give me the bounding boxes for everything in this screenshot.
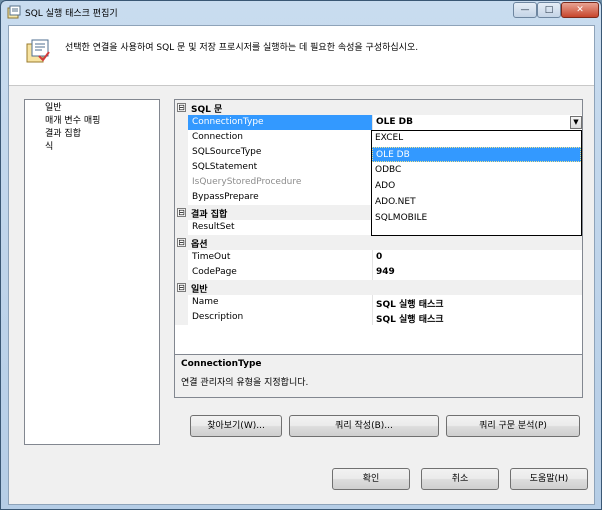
editor-window: SQL 실행 태스크 편집기 — □ ✕ 선택한 연결을 사용하여 SQL 문 … <box>0 0 602 510</box>
property-value[interactable]: SQL 실행 태스크 <box>376 312 444 325</box>
dropdown-option-sqlmobile[interactable]: SQLMOBILE <box>372 211 581 226</box>
category-general[interactable]: ⊟ 일반 <box>175 280 582 295</box>
close-button[interactable]: ✕ <box>561 2 599 18</box>
property-value[interactable]: OLE DB <box>376 117 413 127</box>
collapse-icon[interactable]: ⊟ <box>177 238 186 247</box>
ok-button[interactable]: 확인 <box>332 468 410 490</box>
property-description-panel: ConnectionType 연결 관리자의 유형을 지정합니다. <box>174 354 583 398</box>
dropdown-option-ado[interactable]: ADO <box>372 179 581 194</box>
dropdown-arrow-button[interactable]: ▼ <box>570 116 582 129</box>
connection-type-dropdown-list[interactable]: EXCEL OLE DB ODBC ADO ADO.NET SQLMOBILE <box>371 130 582 236</box>
property-value[interactable]: 0 <box>376 252 382 262</box>
description-text: 연결 관리자의 유형을 지정합니다. <box>181 378 309 388</box>
property-name: SQLStatement <box>192 162 258 172</box>
property-name: BypassPrepare <box>192 192 259 202</box>
property-value[interactable]: 949 <box>376 267 395 277</box>
dropdown-option-odbc[interactable]: ODBC <box>372 163 581 178</box>
dialog-client: 선택한 연결을 사용하여 SQL 문 및 저장 프로시저를 실행하는 데 필요한… <box>8 25 595 505</box>
property-name: CodePage <box>192 267 237 277</box>
collapse-icon[interactable]: ⊟ <box>177 208 186 217</box>
dropdown-option-oledb[interactable]: OLE DB <box>372 147 581 162</box>
dropdown-option-adonet[interactable]: ADO.NET <box>372 195 581 210</box>
browse-button[interactable]: 찾아보기(W)... <box>190 415 282 437</box>
sql-task-editor-icon <box>26 39 50 63</box>
title-bar[interactable]: SQL 실행 태스크 편집기 — □ ✕ <box>1 1 601 25</box>
property-row-timeout[interactable]: TimeOut 0 <box>175 250 582 265</box>
dropdown-option-excel[interactable]: EXCEL <box>372 131 581 146</box>
page-nav-list: 일반 매개 변수 매핑 결과 집합 식 <box>24 99 160 445</box>
parse-query-button[interactable]: 쿼리 구문 분석(P) <box>446 415 580 437</box>
cancel-button[interactable]: 취소 <box>421 468 499 490</box>
nav-item-parameter-mapping[interactable]: 매개 변수 매핑 <box>45 115 100 127</box>
category-options[interactable]: ⊟ 옵션 <box>175 235 582 250</box>
category-label: 결과 집합 <box>191 210 228 220</box>
property-value[interactable]: SQL 실행 태스크 <box>376 297 444 310</box>
property-name: ResultSet <box>192 222 235 232</box>
nav-item-general[interactable]: 일반 <box>45 102 62 114</box>
category-label: 옵션 <box>191 240 208 250</box>
property-name: ConnectionType <box>192 117 264 127</box>
property-row-connection-type[interactable]: ConnectionType OLE DB ▼ <box>175 115 582 130</box>
maximize-button[interactable]: □ <box>537 2 561 18</box>
category-label: SQL 문 <box>191 105 223 115</box>
property-row-description[interactable]: Description SQL 실행 태스크 <box>175 310 582 325</box>
property-name: SQLSourceType <box>192 147 262 157</box>
category-label: 일반 <box>191 285 208 295</box>
build-query-button[interactable]: 쿼리 작성(B)... <box>289 415 439 437</box>
sql-task-icon <box>7 5 21 19</box>
header-description: 선택한 연결을 사용하여 SQL 문 및 저장 프로시저를 실행하는 데 필요한… <box>65 43 419 53</box>
property-name: Connection <box>192 132 243 142</box>
property-name: Description <box>192 312 244 322</box>
description-title: ConnectionType <box>181 359 262 369</box>
window-title: SQL 실행 태스크 편집기 <box>25 9 118 19</box>
property-name: Name <box>192 297 219 307</box>
minimize-button[interactable]: — <box>513 2 537 18</box>
property-name: IsQueryStoredProcedure <box>192 177 302 187</box>
nav-item-expressions[interactable]: 식 <box>45 141 53 153</box>
dialog-header: 선택한 연결을 사용하여 SQL 문 및 저장 프로시저를 실행하는 데 필요한… <box>9 26 594 86</box>
category-sql-statement[interactable]: ⊟ SQL 문 <box>175 100 582 115</box>
collapse-icon[interactable]: ⊟ <box>177 283 186 292</box>
nav-item-result-set[interactable]: 결과 집합 <box>45 128 81 140</box>
property-row-code-page[interactable]: CodePage 949 <box>175 265 582 280</box>
property-name: TimeOut <box>192 252 231 262</box>
property-row-name[interactable]: Name SQL 실행 태스크 <box>175 295 582 310</box>
help-button[interactable]: 도움말(H) <box>510 468 588 490</box>
collapse-icon[interactable]: ⊟ <box>177 103 186 112</box>
